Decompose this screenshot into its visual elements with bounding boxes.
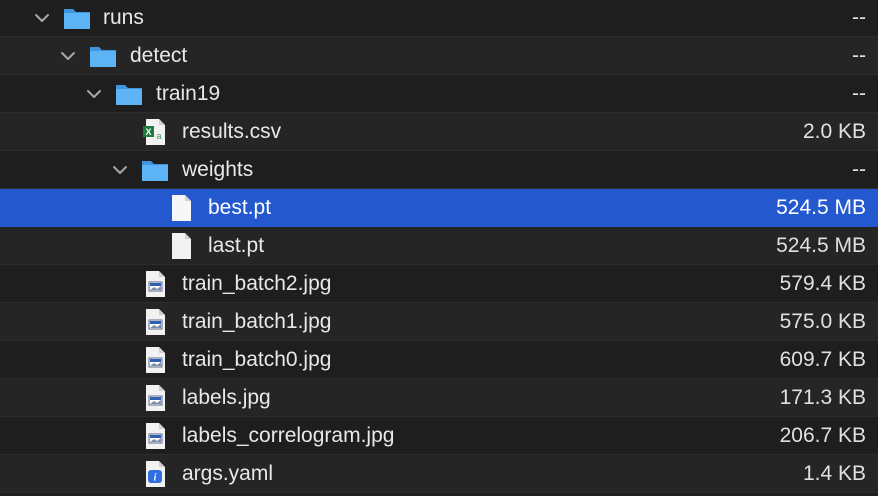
folder-icon (88, 41, 118, 71)
csv-file-icon: Xa (140, 117, 170, 147)
chevron-down-icon[interactable] (60, 48, 76, 64)
blank-file-icon (166, 193, 196, 223)
file-row-train-batch1[interactable]: train_batch1.jpg 575.0 KB (0, 303, 878, 341)
file-row-labels-correlogram[interactable]: labels_correlogram.jpg 206.7 KB (0, 417, 878, 455)
file-row-results-csv[interactable]: Xa results.csv 2.0 KB (0, 113, 878, 151)
file-size: -- (852, 158, 866, 181)
file-size: -- (852, 82, 866, 105)
file-name: train19 (156, 82, 221, 105)
file-row-args-yaml[interactable]: i args.yaml 1.4 KB (0, 455, 878, 493)
file-row-train-batch2[interactable]: train_batch2.jpg 579.4 KB (0, 265, 878, 303)
file-list: runs -- detect -- train19 -- Xa results.… (0, 0, 878, 496)
folder-icon (140, 155, 170, 185)
file-size: 579.4 KB (779, 272, 866, 295)
image-file-icon (140, 383, 170, 413)
file-size: 2.0 KB (802, 120, 866, 143)
folder-row-train19[interactable]: train19 -- (0, 75, 878, 113)
file-name: results.csv (182, 120, 282, 143)
file-size: -- (852, 44, 866, 67)
image-file-icon (140, 345, 170, 375)
folder-row-runs[interactable]: runs -- (0, 0, 878, 37)
svg-text:a: a (156, 131, 161, 141)
file-name: weights (182, 158, 254, 181)
blank-file-icon (166, 231, 196, 261)
file-row-last-pt[interactable]: last.pt 524.5 MB (0, 227, 878, 265)
file-size: 524.5 MB (776, 196, 866, 219)
file-size: -- (852, 6, 866, 29)
svg-text:X: X (145, 127, 151, 137)
file-row-best-pt[interactable]: best.pt 524.5 MB (0, 189, 878, 227)
file-size: 524.5 MB (776, 234, 866, 257)
chevron-down-icon[interactable] (34, 10, 50, 26)
file-name: labels.jpg (182, 386, 271, 409)
file-row-train-batch0[interactable]: train_batch0.jpg 609.7 KB (0, 341, 878, 379)
file-name: args.yaml (182, 462, 274, 485)
folder-row-detect[interactable]: detect -- (0, 37, 878, 75)
svg-text:i: i (154, 473, 157, 484)
file-name: best.pt (208, 196, 272, 219)
chevron-down-icon[interactable] (112, 162, 128, 178)
file-size: 609.7 KB (779, 348, 866, 371)
folder-row-weights[interactable]: weights -- (0, 151, 878, 189)
file-name: last.pt (208, 234, 265, 257)
file-row-labels-jpg[interactable]: labels.jpg 171.3 KB (0, 379, 878, 417)
file-size: 575.0 KB (779, 310, 866, 333)
folder-icon (62, 3, 92, 33)
file-name: train_batch1.jpg (182, 310, 332, 333)
chevron-down-icon[interactable] (86, 86, 102, 102)
image-file-icon (140, 307, 170, 337)
file-name: train_batch0.jpg (182, 348, 332, 371)
file-size: 206.7 KB (779, 424, 866, 447)
image-file-icon (140, 269, 170, 299)
image-file-icon (140, 421, 170, 451)
file-size: 171.3 KB (779, 386, 866, 409)
yaml-file-icon: i (140, 459, 170, 489)
file-name: detect (130, 44, 188, 67)
file-size: 1.4 KB (802, 462, 866, 485)
folder-icon (114, 79, 144, 109)
file-name: runs (103, 6, 144, 29)
file-name: train_batch2.jpg (182, 272, 332, 295)
file-name: labels_correlogram.jpg (182, 424, 395, 447)
